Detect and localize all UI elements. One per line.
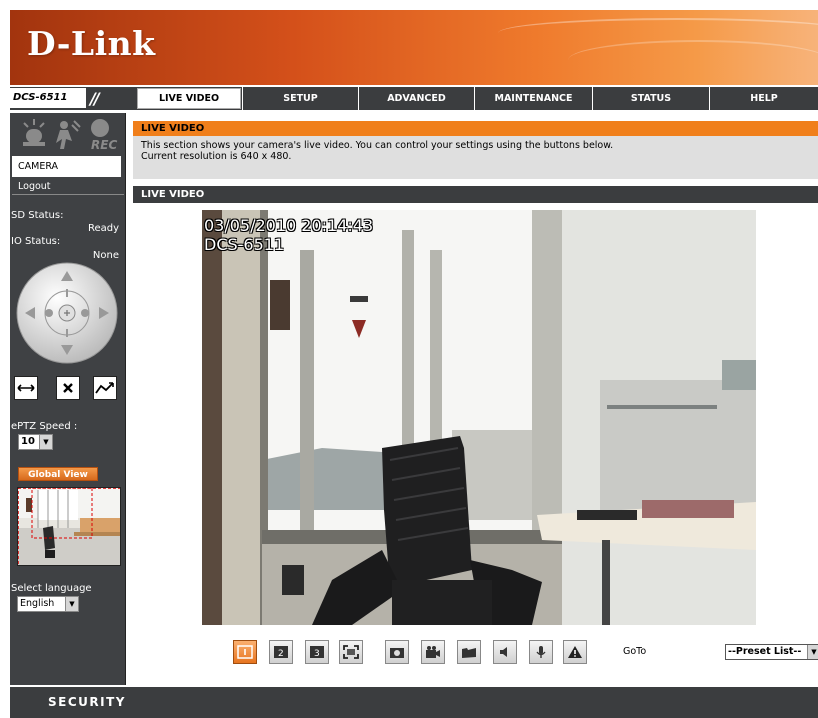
video-overlay: 03/05/2010 20:14:43 DCS-6511 xyxy=(204,216,373,254)
io-status-label: IO Status: xyxy=(11,236,61,247)
fullscreen-button[interactable] xyxy=(339,640,363,664)
video-frame xyxy=(202,210,756,625)
tab-setup[interactable]: SETUP xyxy=(242,87,358,110)
model-name: DCS-6511 xyxy=(10,88,86,108)
footer: SECURITY xyxy=(10,687,818,718)
close-icon xyxy=(63,383,73,393)
main-content: LIVE VIDEO This section shows your camer… xyxy=(131,113,818,685)
top-nav: DCS-6511 // LIVE VIDEO SETUP ADVANCED MA… xyxy=(10,87,818,110)
video-camera-icon xyxy=(426,646,440,658)
horizontal-arrows-icon xyxy=(17,384,35,392)
nav-slash-decoration: // xyxy=(90,89,100,108)
tab-advanced[interactable]: ADVANCED xyxy=(358,87,474,110)
storage-folder-button[interactable] xyxy=(457,640,481,664)
warning-icon xyxy=(568,646,582,658)
overlay-timestamp: 03/05/2010 20:14:43 xyxy=(204,216,374,235)
goto-label: GoTo xyxy=(623,646,647,657)
alarm-trigger-button[interactable] xyxy=(563,640,587,664)
alarm-icon xyxy=(23,119,45,146)
motion-icon xyxy=(56,120,81,149)
language-select[interactable]: English ▼ xyxy=(17,596,79,612)
eptz-speed-select[interactable]: 10 ▼ xyxy=(18,434,53,450)
screen-2-icon: 2 xyxy=(274,646,288,659)
screen-1-icon xyxy=(237,645,253,659)
divider xyxy=(12,194,124,195)
patrol-path-icon xyxy=(95,382,114,394)
rec-label: REC xyxy=(91,138,118,152)
camera-icon xyxy=(390,648,404,658)
header-banner: D-Link xyxy=(10,10,818,85)
stop-button[interactable] xyxy=(56,376,80,400)
sd-status-value: Ready xyxy=(87,223,119,234)
eptz-speed-label: ePTZ Speed : xyxy=(11,421,78,432)
svg-text:2: 2 xyxy=(278,649,284,659)
video-panel-title: LIVE VIDEO xyxy=(133,186,818,203)
screen-3-icon: 3 xyxy=(310,646,324,659)
io-status-value: None xyxy=(92,250,119,261)
preset-list-select[interactable]: --Preset List-- ▼ xyxy=(725,644,818,660)
folder-icon xyxy=(462,648,476,658)
description-line: This section shows your camera's live vi… xyxy=(141,140,614,151)
single-view-button[interactable] xyxy=(233,640,257,664)
footer-security-label: SECURITY xyxy=(48,695,126,709)
microphone-button[interactable] xyxy=(529,640,553,664)
section-title: LIVE VIDEO xyxy=(133,121,818,136)
record-button[interactable] xyxy=(421,640,445,664)
global-view-thumbnail[interactable] xyxy=(17,487,121,566)
tab-help[interactable]: HELP xyxy=(709,87,818,110)
camera-button[interactable]: CAMERA xyxy=(12,156,121,177)
snapshot-button[interactable] xyxy=(385,640,409,664)
tab-maintenance[interactable]: MAINTENANCE xyxy=(474,87,592,110)
dual-view-button[interactable]: 2 xyxy=(269,640,293,664)
ptz-control-pad[interactable] xyxy=(15,261,119,365)
language-value: English xyxy=(20,598,55,609)
patrol-button[interactable] xyxy=(93,376,117,400)
record-icon xyxy=(91,119,109,137)
pan-horizontal-button[interactable] xyxy=(14,376,38,400)
svg-text:3: 3 xyxy=(314,649,320,659)
tab-status[interactable]: STATUS xyxy=(592,87,709,110)
global-view-button[interactable]: Global View xyxy=(18,467,98,481)
video-toolbar: 2 3 GoTo --Preset List-- ▼ xyxy=(233,640,818,664)
tab-live-video[interactable]: LIVE VIDEO xyxy=(137,88,241,109)
eptz-speed-value: 10 xyxy=(21,436,35,447)
triple-view-button[interactable]: 3 xyxy=(305,640,329,664)
select-language-label: Select language xyxy=(11,583,92,594)
logout-link[interactable]: Logout xyxy=(18,181,51,192)
microphone-icon xyxy=(536,646,546,658)
overlay-camera-name: DCS-6511 xyxy=(204,235,285,254)
live-video-feed[interactable]: 03/05/2010 20:14:43 DCS-6511 xyxy=(202,210,756,625)
banner-swoosh xyxy=(568,40,818,80)
speaker-button[interactable] xyxy=(493,640,517,664)
preset-value: --Preset List-- xyxy=(728,646,802,657)
resolution-line: Current resolution is 640 x 480. xyxy=(141,151,292,162)
sidebar: REC CAMERA Logout SD Status: Ready IO St… xyxy=(10,113,126,685)
chevron-down-icon: ▼ xyxy=(39,435,52,449)
sd-status-label: SD Status: xyxy=(11,210,64,221)
dlink-logo: D-Link xyxy=(27,24,156,63)
chevron-down-icon: ▼ xyxy=(807,645,818,659)
chevron-down-icon: ▼ xyxy=(65,597,78,611)
status-indicators: REC xyxy=(20,117,120,155)
fullscreen-icon xyxy=(343,645,359,659)
section-description: This section shows your camera's live vi… xyxy=(133,136,818,179)
speaker-icon xyxy=(500,647,507,657)
